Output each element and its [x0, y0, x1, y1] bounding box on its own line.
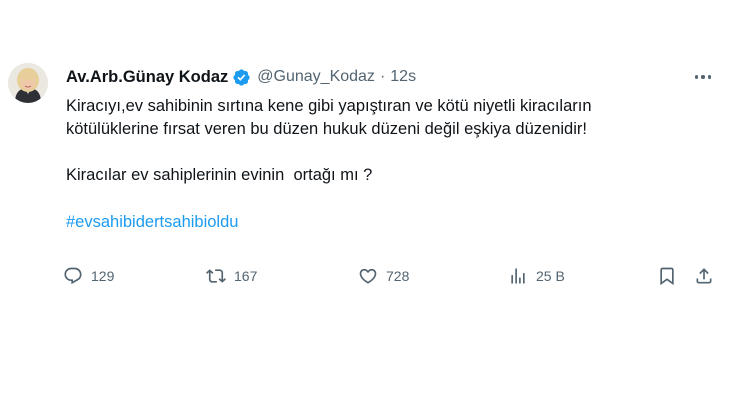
tweet-line-1: Kiracıyı,ev sahibinin sırtına kene gibi … — [66, 97, 592, 115]
reply-count: 129 — [91, 268, 115, 284]
avatar-photo — [8, 63, 48, 103]
views-button[interactable]: 25 B — [508, 263, 565, 289]
tweet-text: Kiracıyı,ev sahibinin sırtına kene gibi … — [66, 95, 716, 234]
like-button[interactable]: 728 — [358, 263, 409, 289]
views-chart-icon — [511, 268, 525, 284]
bookmark-icon — [660, 267, 674, 286]
retweet-icon — [206, 269, 226, 283]
heart-icon — [359, 268, 377, 284]
author-name[interactable]: Av.Arb.Günay Kodaz — [66, 68, 228, 87]
share-button[interactable] — [694, 263, 714, 289]
retweet-button[interactable]: 167 — [206, 263, 257, 289]
tweet-card: Av.Arb.Günay Kodaz @Gunay_Kodaz · 12s Ki… — [0, 0, 730, 420]
share-icon — [696, 268, 712, 284]
action-bar: 129 167 728 25 B — [0, 263, 730, 289]
line-break — [66, 141, 716, 164]
views-count: 25 B — [536, 268, 565, 284]
retweet-count: 167 — [234, 268, 258, 284]
hashtag-link[interactable]: #evsahibidertsahibioldu — [66, 211, 238, 234]
avatar[interactable] — [8, 63, 48, 103]
tweet-header: Av.Arb.Günay Kodaz @Gunay_Kodaz · 12s — [66, 66, 416, 88]
tweet-line-3: Kiracılar ev sahiplerinin evinin ortağı … — [66, 166, 373, 184]
verified-badge-icon — [232, 68, 251, 87]
more-options-icon[interactable] — [693, 68, 713, 86]
reply-button[interactable]: 129 — [63, 263, 114, 289]
author-handle[interactable]: @Gunay_Kodaz — [257, 68, 375, 86]
tweet-time[interactable]: 12s — [390, 68, 416, 86]
separator-dot: · — [379, 68, 386, 85]
tweet-line-2: kötülüklerine fırsat veren bu düzen huku… — [66, 120, 587, 138]
bookmark-button[interactable] — [657, 263, 677, 289]
like-count: 728 — [386, 268, 410, 284]
reply-icon — [64, 267, 82, 285]
